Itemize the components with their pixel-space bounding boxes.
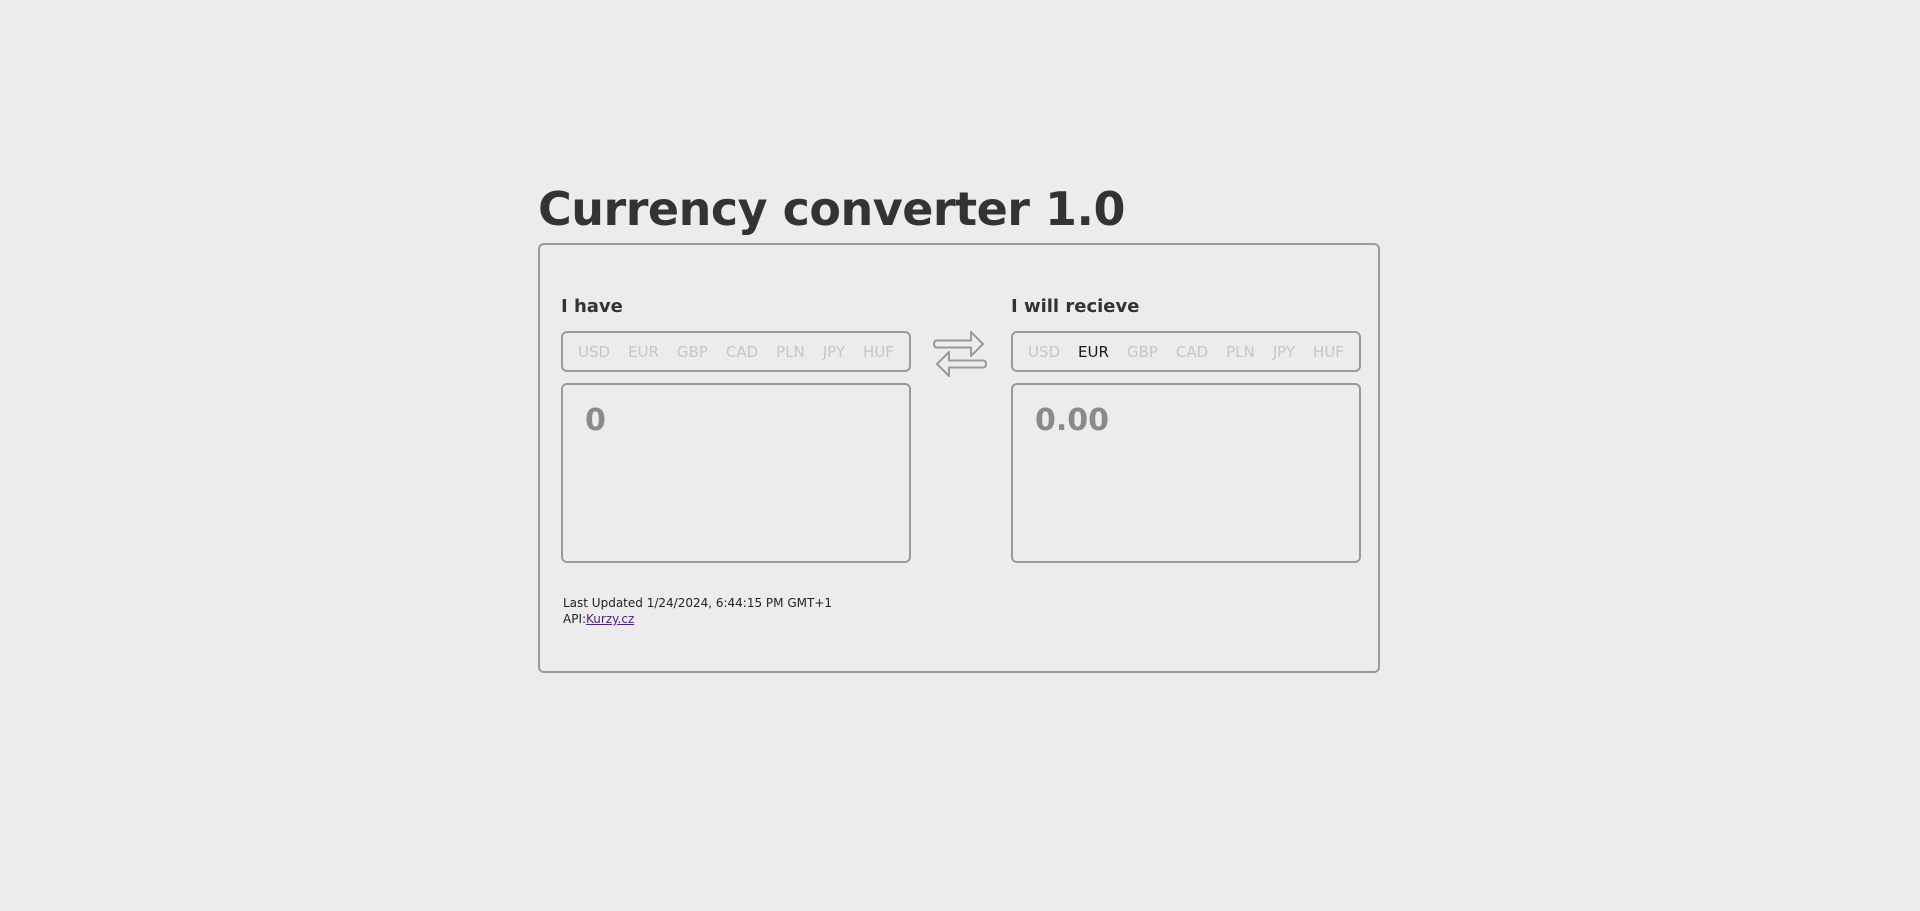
page: Currency converter 1.0 I have USD EUR GB…	[0, 0, 1920, 911]
to-currency-jpy[interactable]: JPY	[1273, 343, 1295, 361]
api-source: API:Kurzy.cz	[563, 611, 832, 627]
swap-button[interactable]	[933, 327, 987, 381]
to-amount-box	[1011, 383, 1361, 563]
last-updated-text: Last Updated 1/24/2024, 6:44:15 PM GMT+1	[563, 596, 833, 610]
from-label: I have	[561, 296, 623, 317]
to-label: I will recieve	[1011, 296, 1140, 317]
swap-arrows-icon	[933, 331, 987, 377]
footer-info: Last Updated 1/24/2024, 6:44:15 PM GMT+1…	[563, 595, 832, 627]
api-prefix: API:	[563, 612, 587, 626]
from-currency-jpy[interactable]: JPY	[823, 343, 845, 361]
to-currency-eur[interactable]: EUR	[1078, 343, 1109, 361]
from-currency-usd[interactable]: USD	[578, 343, 610, 361]
from-currency-selector: USD EUR GBP CAD PLN JPY HUF	[561, 331, 911, 372]
api-link[interactable]: Kurzy.cz	[586, 612, 634, 626]
to-amount-output[interactable]	[1035, 403, 1337, 438]
from-panel: I have USD EUR GBP CAD PLN JPY HUF	[561, 295, 911, 563]
converter-card: I have USD EUR GBP CAD PLN JPY HUF I wil…	[538, 243, 1380, 673]
from-amount-input[interactable]	[585, 403, 887, 438]
to-currency-usd[interactable]: USD	[1028, 343, 1060, 361]
to-currency-pln[interactable]: PLN	[1226, 343, 1255, 361]
from-currency-gbp[interactable]: GBP	[677, 343, 708, 361]
from-currency-huf[interactable]: HUF	[863, 343, 894, 361]
to-currency-huf[interactable]: HUF	[1313, 343, 1344, 361]
page-title: Currency converter 1.0	[538, 182, 1125, 236]
to-currency-cad[interactable]: CAD	[1176, 343, 1208, 361]
to-currency-gbp[interactable]: GBP	[1127, 343, 1158, 361]
from-currency-cad[interactable]: CAD	[726, 343, 758, 361]
from-currency-eur[interactable]: EUR	[628, 343, 659, 361]
to-currency-selector: USD EUR GBP CAD PLN JPY HUF	[1011, 331, 1361, 372]
to-panel: I will recieve USD EUR GBP CAD PLN JPY H…	[1011, 295, 1361, 563]
from-amount-box	[561, 383, 911, 563]
from-currency-pln[interactable]: PLN	[776, 343, 805, 361]
